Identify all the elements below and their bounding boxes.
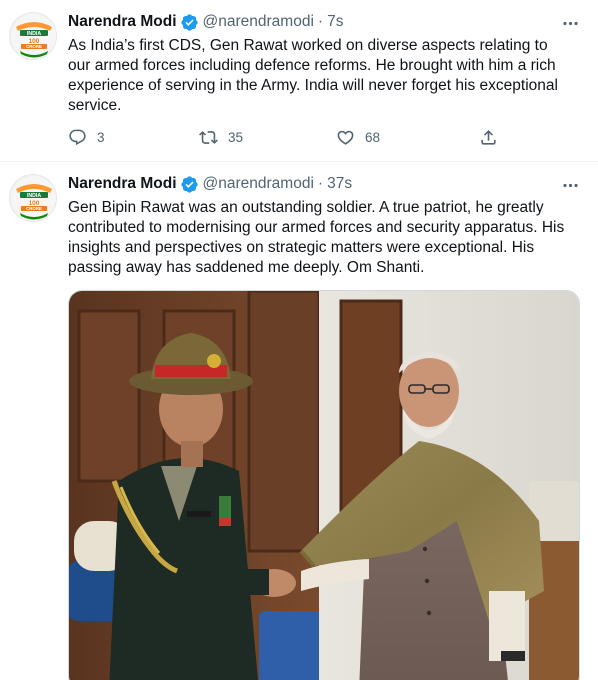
avatar[interactable]: INDIA 100 CRORE [9, 12, 57, 60]
tweet-actions: 3 35 68 [68, 128, 508, 150]
share-icon [481, 130, 496, 145]
tweet-header: Narendra Modi @narendramodi · 7s [68, 11, 343, 33]
author-name[interactable]: Narendra Modi [68, 13, 177, 31]
more-icon[interactable] [559, 12, 581, 34]
more-icon[interactable] [559, 174, 581, 196]
like-button[interactable]: 68 [336, 128, 380, 147]
author-handle[interactable]: @narendramodi [203, 175, 314, 193]
reply-button[interactable]: 3 [68, 128, 105, 147]
avatar-text-crore: CRORE [26, 206, 42, 211]
avatar[interactable]: INDIA 100 CRORE [9, 174, 57, 222]
avatar-text-crore: CRORE [26, 44, 42, 49]
like-icon [337, 130, 354, 145]
verified-badge-icon [180, 175, 199, 194]
tweet-2[interactable]: INDIA 100 CRORE Narendra Modi @narendram… [0, 162, 598, 680]
photo-image [69, 291, 579, 680]
avatar-image: INDIA 100 CRORE [11, 14, 56, 59]
author-name[interactable]: Narendra Modi [68, 175, 177, 193]
retweet-count: 35 [228, 130, 244, 145]
retweet-icon [199, 131, 218, 144]
share-button[interactable] [479, 128, 498, 147]
timestamp[interactable]: 7s [327, 13, 343, 31]
reply-icon [69, 129, 86, 146]
tweet-text: As India’s first CDS, Gen Rawat worked o… [68, 37, 558, 114]
avatar-text-india: INDIA [27, 31, 41, 37]
like-count: 68 [365, 130, 381, 145]
separator-dot: · [317, 13, 324, 30]
tweet-header: Narendra Modi @narendramodi · 37s [68, 173, 352, 195]
avatar-text-india: INDIA [27, 193, 41, 199]
avatar-image: INDIA 100 CRORE [11, 176, 56, 221]
timestamp[interactable]: 37s [327, 175, 352, 193]
reply-count: 3 [97, 130, 105, 145]
tweet-photo[interactable] [68, 290, 580, 680]
author-handle[interactable]: @narendramodi [203, 13, 314, 31]
verified-badge-icon [180, 13, 199, 32]
tweet-1[interactable]: INDIA 100 CRORE Narendra Modi @narendram… [0, 0, 598, 162]
retweet-button[interactable]: 35 [199, 128, 243, 147]
separator-dot: · [317, 175, 324, 192]
tweet-text: Gen Bipin Rawat was an outstanding soldi… [68, 199, 565, 276]
